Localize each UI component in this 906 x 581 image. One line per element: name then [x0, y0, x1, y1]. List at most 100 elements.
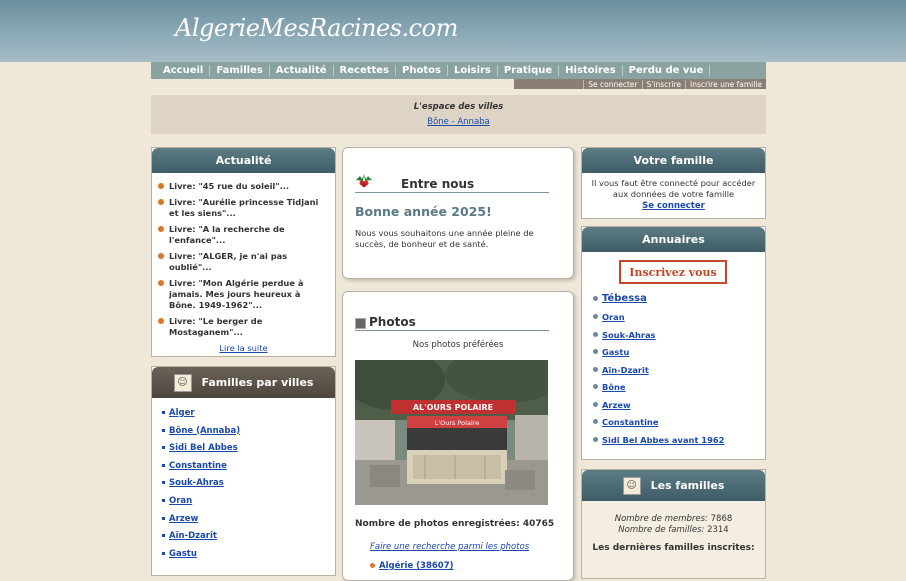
bullet-icon — [158, 253, 164, 259]
directory-item-oran[interactable]: Oran — [593, 312, 765, 330]
bullet-icon — [593, 314, 598, 319]
bullet-icon — [593, 419, 598, 424]
nav-item-familles[interactable]: Familles — [210, 65, 270, 76]
entre-nous-box: Entre nous Bonne année 2025! Nous vous s… — [342, 147, 574, 279]
bullet-icon — [158, 280, 164, 286]
bullet-icon — [158, 226, 164, 232]
nav-item-actualite[interactable]: Actualité — [270, 65, 334, 76]
square-bullet-icon — [162, 428, 165, 432]
photo-region-item[interactable]: Algérie (38607) — [370, 561, 454, 571]
list-item[interactable]: Livre: "ALGER, je n'ai pas oublié"... — [158, 251, 329, 273]
kiosk-sign-top: AL'OURS POLAIRE — [413, 403, 493, 412]
square-bullet-icon — [162, 481, 165, 485]
nav-item-pratique[interactable]: Pratique — [498, 65, 560, 76]
bullet-icon — [593, 384, 598, 389]
city-list: Alger Bône (Annaba) Sidi Bel Abbes Const… — [152, 398, 335, 566]
photo-count: Nombre de photos enregistrées: 40765 — [355, 519, 555, 529]
bullet-icon — [593, 436, 598, 442]
directory-item-ain-dzarit[interactable]: Aïn-Dzarit — [593, 365, 765, 383]
families-header: ☺ Les familles — [582, 470, 765, 501]
register-banner-text: Inscrivez vous — [629, 265, 717, 279]
city-item-ain-dzarit[interactable]: Aïn-Dzarit — [162, 531, 335, 549]
latest-families-title: Les dernières familles inscrites: — [592, 543, 755, 553]
city-item-souk-ahras[interactable]: Souk-Ahras — [162, 478, 335, 496]
bullet-icon — [370, 563, 375, 568]
square-bullet-icon — [162, 411, 165, 414]
account-nav: Se connecter S'inscrire Inscrire une fam… — [514, 79, 766, 89]
nav-item-accueil[interactable]: Accueil — [151, 65, 211, 76]
list-item[interactable]: Livre: "Le berger de Mostaganem"... — [158, 316, 329, 338]
city-space-title: L'espace des villes — [413, 102, 504, 112]
site-header: AlgerieMesRacines.com — [0, 0, 906, 62]
family-icon: ☺ — [173, 373, 192, 392]
photos-box: Photos Nos photos préférées AL'OURS POLA… — [342, 291, 574, 581]
directory-item-gastu[interactable]: Gastu — [593, 347, 765, 365]
directory-item-sidi-bel-abbes[interactable]: Sidi Bel Abbes avant 1962 — [593, 435, 765, 453]
bullet-icon — [158, 183, 164, 189]
nav-item-recettes[interactable]: Recettes — [334, 65, 397, 76]
square-bullet-icon — [162, 463, 165, 467]
photo-search-link[interactable]: Faire une recherche parmi les photos — [370, 542, 529, 552]
list-item[interactable]: Livre: "Mon Algérie perdue à jamais. Mes… — [158, 278, 329, 311]
news-list: Livre: "45 rue du soleil"... Livre: "Aur… — [152, 173, 335, 338]
actualite-header: Actualité — [152, 148, 335, 173]
families-count: Nombre de familles: 2314 — [618, 525, 729, 535]
directories-header: Annuaires — [582, 227, 765, 252]
city-item-oran[interactable]: Oran — [162, 496, 335, 514]
directory-item-souk-ahras[interactable]: Souk-Ahras — [593, 330, 765, 348]
city-space-band: L'espace des villes Bône - Annaba — [151, 95, 766, 134]
list-item[interactable]: Livre: "45 rue du soleil"... — [158, 181, 329, 192]
directory-item-tebessa[interactable]: Tébessa — [593, 293, 765, 312]
nav-item-histoires[interactable]: Histoires — [559, 65, 623, 76]
entre-nous-title: Entre nous — [355, 177, 549, 193]
your-family-header: Votre famille — [582, 148, 765, 173]
photos-title: Photos — [355, 315, 549, 331]
families-by-city-box: ☺ Familles par villes Alger Bône (Annaba… — [151, 366, 336, 576]
city-item-arzew[interactable]: Arzew — [162, 514, 335, 532]
city-item-sidi-bel-abbes[interactable]: Sidi Bel Abbes — [162, 443, 335, 461]
square-bullet-icon — [162, 534, 165, 538]
register-link[interactable]: S'inscrire — [641, 79, 685, 89]
your-family-text: Il vous faut être connecté pour accéder … — [591, 178, 756, 199]
featured-photo[interactable]: AL'OURS POLAIRE L'Ours Polaire — [355, 360, 548, 505]
your-family-box: Votre famille Il vous faut être connecté… — [581, 147, 766, 219]
families-box: ☺ Les familles Nombre de membres: 7868 N… — [581, 469, 766, 579]
nav-item-photos[interactable]: Photos — [396, 65, 448, 76]
directory-list: Tébessa Oran Souk-Ahras Gastu Aïn-Dzarit… — [582, 293, 765, 453]
bullet-icon — [158, 318, 164, 324]
bullet-icon — [593, 366, 598, 372]
directory-item-bone[interactable]: Bône — [593, 382, 765, 400]
directory-item-constantine[interactable]: Constantine — [593, 417, 765, 435]
register-banner[interactable]: Inscrivez vous — [619, 260, 727, 284]
directory-item-arzew[interactable]: Arzew — [593, 400, 765, 418]
city-item-alger[interactable]: Alger — [162, 408, 335, 426]
family-icon: ☺ — [622, 476, 641, 495]
your-family-login-link[interactable]: Se connecter — [582, 201, 765, 211]
main-nav: Accueil Familles Actualité Recettes Phot… — [151, 62, 766, 79]
city-item-constantine[interactable]: Constantine — [162, 461, 335, 479]
register-family-link[interactable]: Inscrire une famille — [685, 79, 766, 89]
city-link[interactable]: Bône - Annaba — [151, 117, 766, 127]
bullet-icon — [593, 349, 598, 354]
list-item[interactable]: Livre: "A la recherche de l'enfance"... — [158, 224, 329, 246]
read-more-link[interactable]: Lire la suite — [152, 343, 335, 353]
nav-item-perdu-de-vue[interactable]: Perdu de vue — [623, 65, 711, 76]
bullet-icon — [593, 296, 598, 301]
square-bullet-icon — [162, 446, 165, 450]
photos-subtitle: Nos photos préférées — [412, 340, 504, 350]
city-item-bone[interactable]: Bône (Annaba) — [162, 426, 335, 444]
square-bullet-icon — [162, 498, 165, 502]
list-item[interactable]: Livre: "Aurélie princesse Tidjani et les… — [158, 197, 329, 219]
kiosk-sign-mid: L'Ours Polaire — [435, 419, 480, 427]
greeting-text: Nous vous souhaitons une année pleine de… — [355, 228, 534, 249]
city-item-gastu[interactable]: Gastu — [162, 549, 335, 567]
login-link[interactable]: Se connecter — [583, 79, 641, 89]
bullet-icon — [158, 199, 164, 205]
nav-item-loisirs[interactable]: Loisirs — [448, 65, 498, 76]
greeting-heading: Bonne année 2025! — [355, 204, 492, 219]
square-bullet-icon — [162, 551, 165, 555]
directories-box: Annuaires Inscrivez vous Tébessa Oran So… — [581, 226, 766, 460]
square-bullet-icon — [162, 516, 165, 520]
site-logo[interactable]: AlgerieMesRacines.com — [175, 14, 458, 42]
bullet-icon — [593, 401, 598, 407]
